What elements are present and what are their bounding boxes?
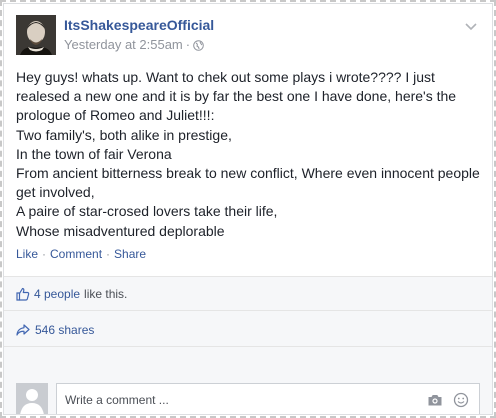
share-arrow-icon: [16, 324, 30, 336]
shares-summary: 546 shares: [4, 310, 492, 346]
emoji-icon[interactable]: [453, 392, 469, 408]
action-separator: ·: [106, 247, 111, 261]
post-timestamp[interactable]: Yesterday at 2:55am: [64, 37, 183, 52]
thumbs-up-icon: [16, 287, 30, 301]
post-header: ItsShakespeareOfficial Yesterday at 2:55…: [16, 15, 480, 59]
globe-icon[interactable]: [193, 39, 204, 51]
share-link[interactable]: Share: [114, 247, 146, 261]
chevron-down-icon[interactable]: [464, 19, 478, 33]
comment-field-wrapper: [56, 383, 480, 414]
meta-separator: ·: [185, 37, 191, 52]
shares-summary-inner: 546 shares: [16, 323, 94, 337]
commenter-avatar: [16, 383, 48, 414]
post-card: ItsShakespeareOfficial Yesterday at 2:55…: [3, 3, 493, 415]
comment-input[interactable]: [65, 392, 405, 408]
like-link[interactable]: Like: [16, 247, 38, 261]
author-avatar[interactable]: [16, 15, 56, 55]
action-separator: ·: [42, 247, 47, 261]
post-meta: Yesterday at 2:55am ·: [64, 37, 204, 52]
likes-summary: 4 people like this.: [4, 276, 492, 310]
shares-count-link[interactable]: 546 shares: [35, 323, 94, 337]
comment-link[interactable]: Comment: [50, 247, 102, 261]
camera-icon[interactable]: [427, 392, 443, 408]
likes-summary-inner: 4 people like this.: [16, 287, 127, 301]
post-actions: Like · Comment · Share: [16, 247, 146, 261]
likes-rest-text: like this.: [84, 287, 128, 301]
author-name[interactable]: ItsShakespeareOfficial: [64, 17, 214, 33]
post-body: Hey guys! whats up. Want to chek out som…: [16, 69, 480, 239]
comment-composer: [4, 346, 492, 414]
likes-people-link[interactable]: 4 people: [34, 287, 80, 301]
